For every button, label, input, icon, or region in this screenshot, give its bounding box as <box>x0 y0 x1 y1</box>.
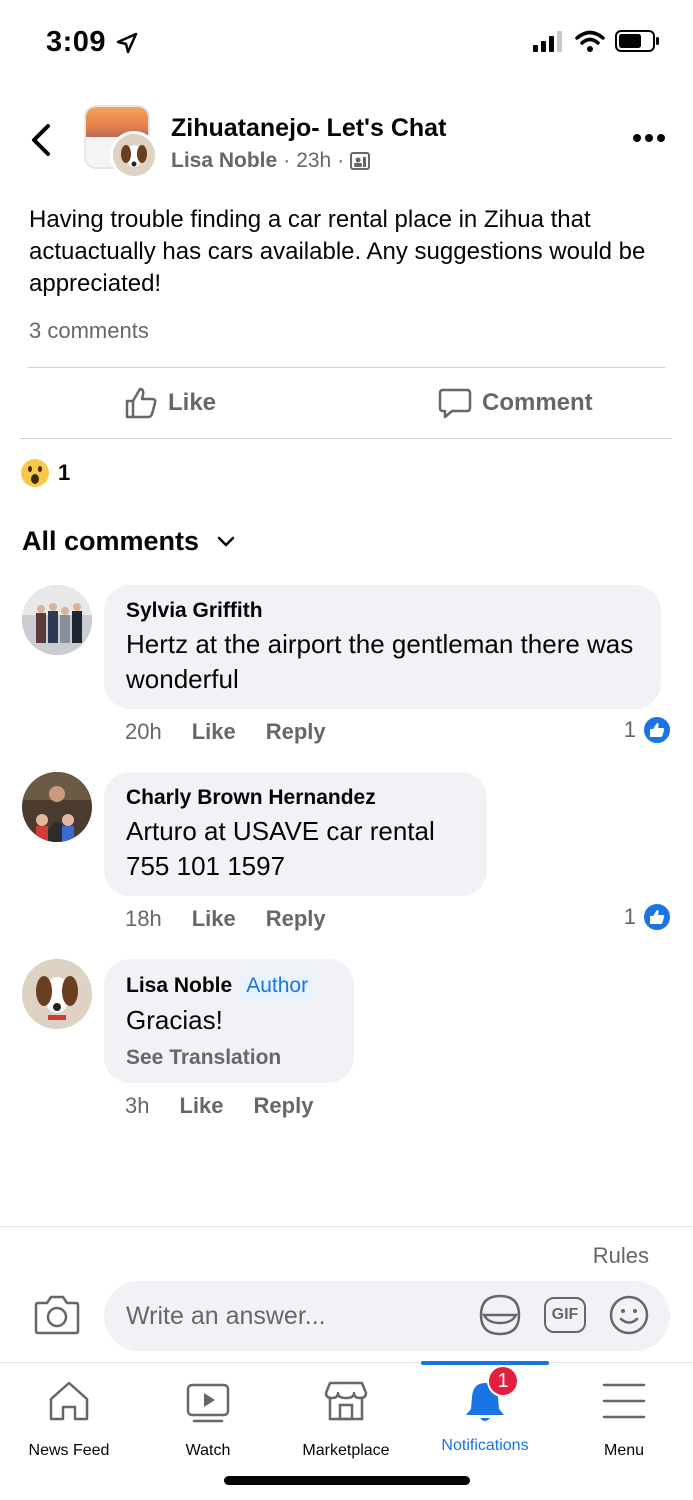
post-body: Having trouble finding a car rental plac… <box>29 206 646 297</box>
comment-like-button[interactable]: Like <box>192 906 236 932</box>
thumbs-up-icon <box>125 387 157 419</box>
active-tab-indicator <box>421 1361 549 1365</box>
comment-like-button[interactable]: Like <box>192 719 236 745</box>
composer-tools: GIF <box>478 1293 650 1337</box>
dog-avatar-icon <box>113 134 155 176</box>
comment-label: Comment <box>482 389 593 416</box>
tab-news-feed[interactable]: News Feed <box>0 1377 138 1460</box>
see-translation-link[interactable]: See Translation <box>126 1046 332 1070</box>
wifi-icon <box>575 30 605 52</box>
reaction-count: 1 <box>58 460 71 485</box>
home-indicator[interactable] <box>224 1476 470 1485</box>
rules-link[interactable]: Rules <box>593 1243 649 1269</box>
watch-icon <box>186 1383 230 1423</box>
comment-reply-button[interactable]: Reply <box>266 906 326 932</box>
comment-button[interactable]: Comment <box>438 386 693 420</box>
camera-icon[interactable] <box>34 1293 80 1335</box>
comment-bubble[interactable]: Sylvia Griffith Hertz at the airport the… <box>104 585 661 709</box>
post-header: Zihuatanejo- Let's Chat Lisa Noble · 23h… <box>0 100 693 180</box>
sticker-icon[interactable] <box>478 1293 522 1337</box>
group-photo-icon <box>22 585 92 655</box>
tab-label: Menu <box>603 1442 645 1459</box>
divider <box>20 438 672 439</box>
comment-bubble[interactable]: Lisa Noble Author Gracias! See Translati… <box>104 959 354 1083</box>
comment-reactions[interactable]: 1 <box>624 715 672 745</box>
menu-icon <box>602 1383 646 1419</box>
comment-item: Charly Brown Hernandez Arturo at USAVE c… <box>22 772 672 942</box>
wow-reaction-icon <box>21 459 49 487</box>
location-arrow-icon <box>116 32 138 54</box>
tab-label: Notifications <box>441 1437 529 1454</box>
notification-badge: 1 <box>487 1365 519 1397</box>
gif-button[interactable]: GIF <box>544 1297 586 1333</box>
comment-reactions[interactable]: 1 <box>624 902 672 932</box>
comment-text: Arturo at USAVE car rental 755 101 1597 <box>126 816 435 881</box>
comment-reply-button[interactable]: Reply <box>254 1093 314 1119</box>
comment-count[interactable]: 3 comments <box>29 318 149 344</box>
post-author[interactable]: Lisa Noble <box>171 149 277 173</box>
post-meta: Lisa Noble · 23h · <box>171 149 371 173</box>
like-reaction-icon <box>642 715 672 745</box>
like-reaction-icon <box>642 902 672 932</box>
tab-notifications[interactable]: 1 Notifications <box>416 1365 554 1455</box>
comment-like-button[interactable]: Like <box>179 1093 223 1119</box>
commenter-avatar[interactable] <box>22 772 92 842</box>
battery-icon <box>615 30 659 52</box>
gif-label: GIF <box>551 1306 579 1323</box>
status-bar: 3:09 <box>0 0 693 88</box>
author-badge: Author <box>240 973 315 999</box>
group-name[interactable]: Zihuatanejo- Let's Chat <box>171 114 446 143</box>
tab-marketplace[interactable]: Marketplace <box>277 1377 415 1460</box>
commenter-avatar[interactable] <box>22 585 92 655</box>
tab-label: News Feed <box>28 1442 110 1459</box>
commenter-avatar[interactable] <box>22 959 92 1029</box>
author-avatar[interactable] <box>110 131 158 179</box>
comment-reply-button[interactable]: Reply <box>266 719 326 745</box>
tab-menu[interactable]: Menu <box>555 1377 693 1460</box>
meta-dot: · <box>337 149 345 172</box>
comment-composer: Rules GIF <box>0 1226 693 1362</box>
more-options-button[interactable] <box>633 128 665 148</box>
commenter-name[interactable]: Sylvia Griffith <box>126 599 639 623</box>
home-icon <box>49 1381 89 1421</box>
comment-actions: 20h Like Reply <box>125 719 326 745</box>
commenter-name[interactable]: Lisa Noble <box>126 974 232 998</box>
comment-reaction-count: 1 <box>623 904 636 929</box>
comment-reaction-count: 1 <box>623 717 636 742</box>
comment-bubble[interactable]: Charly Brown Hernandez Arturo at USAVE c… <box>104 772 487 896</box>
emoji-icon[interactable] <box>608 1294 650 1336</box>
group-privacy-icon <box>350 152 371 170</box>
dog-avatar-icon <box>22 959 92 1029</box>
family-photo-icon <box>22 772 92 842</box>
comment-bubble-icon <box>438 388 472 419</box>
post-action-bar: Like Comment <box>0 368 693 438</box>
meta-dot: · <box>283 149 291 172</box>
tab-label: Marketplace <box>302 1442 390 1459</box>
marketplace-icon <box>324 1381 368 1421</box>
post-time: 23h <box>296 149 332 172</box>
comment-sort-dropdown[interactable]: All comments <box>22 526 235 557</box>
comment-text: Hertz at the airport the gentleman there… <box>126 629 634 694</box>
tab-watch[interactable]: Watch <box>139 1377 277 1460</box>
comment-text: Gracias! <box>126 1005 223 1035</box>
comment-time: 18h <box>125 906 162 931</box>
like-label: Like <box>168 389 217 416</box>
comment-time: 20h <box>125 719 162 744</box>
commenter-name-row: Lisa Noble Author <box>126 973 332 999</box>
reaction-summary[interactable]: 1 <box>20 458 70 488</box>
comment-item: Sylvia Griffith Hertz at the airport the… <box>22 585 672 755</box>
comment-time: 3h <box>125 1093 150 1118</box>
comment-actions: 18h Like Reply <box>125 906 326 932</box>
chevron-down-icon <box>217 536 235 547</box>
status-time: 3:09 <box>46 26 107 58</box>
commenter-name[interactable]: Charly Brown Hernandez <box>126 786 465 810</box>
comment-item: Lisa Noble Author Gracias! See Translati… <box>22 959 672 1129</box>
comment-sort-label: All comments <box>22 526 200 556</box>
back-arrow-icon[interactable] <box>26 122 56 158</box>
like-button[interactable]: Like <box>124 386 216 420</box>
tab-label: Watch <box>185 1442 231 1459</box>
status-indicators <box>533 30 661 52</box>
signal-icon <box>533 31 562 52</box>
comment-actions: 3h Like Reply <box>125 1093 313 1119</box>
